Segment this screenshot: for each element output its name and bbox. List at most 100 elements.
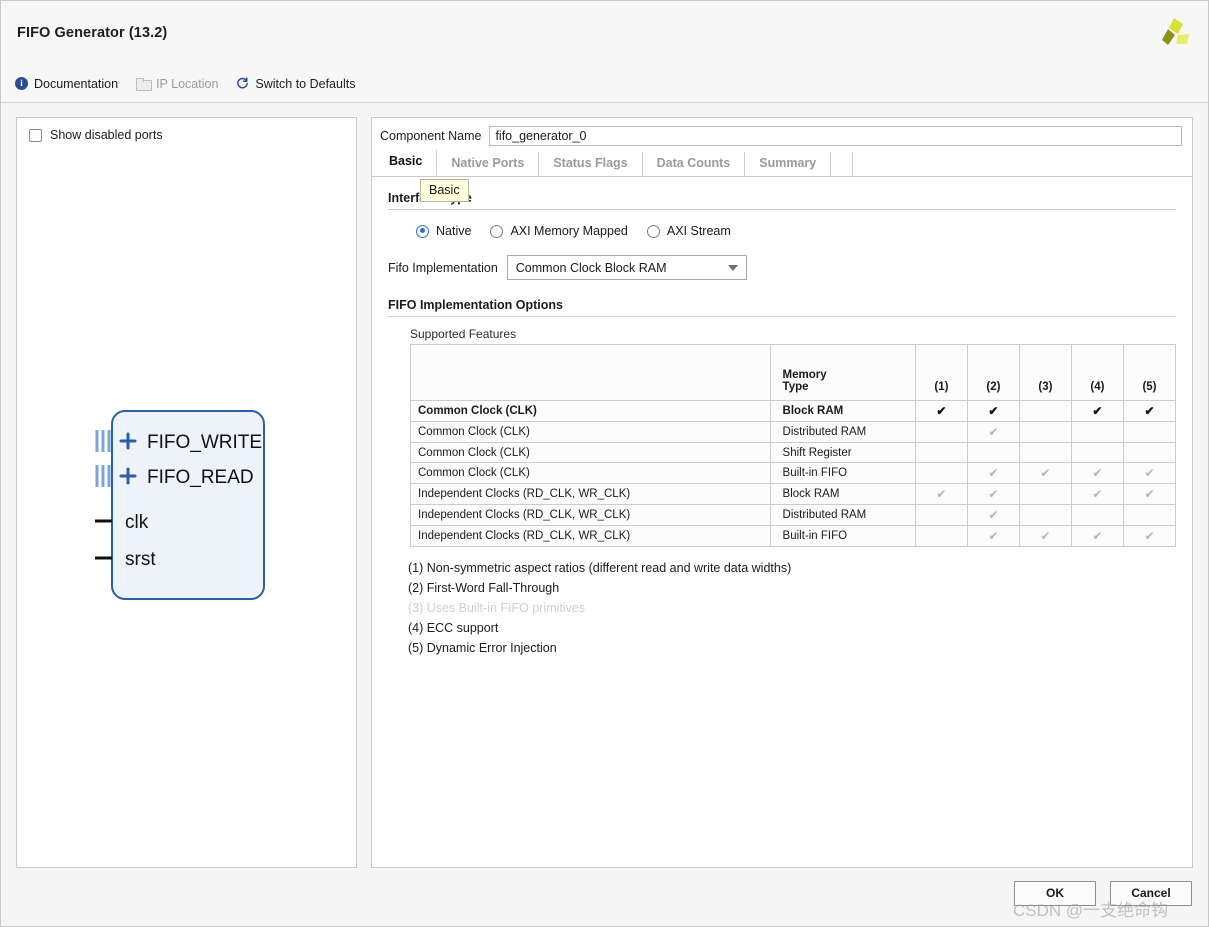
cell-feature-1	[914, 421, 968, 443]
ip-block-diagram: FIFO_WRITE FIFO_READ clk srst	[77, 403, 317, 603]
documentation-link[interactable]: i Documentation	[15, 77, 118, 91]
cell-feature-5	[1122, 442, 1177, 463]
col-header-5: (5)	[1122, 344, 1177, 401]
toolbar: i Documentation IP Location Switch to De…	[1, 65, 1208, 103]
cell-feature-5	[1122, 421, 1177, 443]
ip-location-label: IP Location	[156, 76, 219, 91]
title-bar: FIFO Generator (13.2)	[1, 1, 1208, 65]
ok-button[interactable]: OK	[1014, 880, 1096, 906]
fifo-implementation-select[interactable]: Common Clock Block RAM	[506, 255, 747, 280]
fifo-generator-dialog: FIFO Generator (13.2) i Documentation IP…	[0, 0, 1209, 927]
cell-memory-type: Block RAM	[769, 483, 916, 505]
check-icon: ✔	[1092, 529, 1103, 543]
fifo-implementation-row: Fifo Implementation Common Clock Block R…	[388, 255, 1176, 280]
cell-feature-4	[1070, 421, 1124, 443]
tab-basic[interactable]: Basic	[375, 150, 438, 176]
xilinx-logo-icon	[1154, 15, 1192, 53]
cell-feature-3	[1018, 421, 1072, 443]
check-icon: ✔	[988, 529, 999, 543]
config-panel: Component Name Basic Native Ports Status…	[371, 117, 1193, 868]
cell-clock-domain: Common Clock (CLK)	[410, 442, 771, 463]
svg-text:srst: srst	[125, 549, 156, 570]
check-icon: ✔	[1144, 529, 1155, 543]
cell-memory-type: Distributed RAM	[769, 421, 916, 443]
footnote-item: (4) ECC support	[408, 621, 499, 635]
memory-type-line2: Type	[782, 381, 809, 393]
fifo-implementation-options-heading: FIFO Implementation Options	[388, 298, 1176, 317]
cell-feature-1	[914, 525, 968, 547]
check-icon: ✔	[1144, 404, 1155, 418]
footnote-item: (1) Non-symmetric aspect ratios (differe…	[408, 561, 792, 575]
table-row: Independent Clocks (RD_CLK, WR_CLK) Built…	[410, 525, 1177, 547]
tab-bar: Basic Native Ports Status Flags Data Cou…	[372, 150, 1192, 177]
cell-memory-type: Block RAM	[769, 400, 916, 422]
svg-text:FIFO_WRITE: FIFO_WRITE	[147, 432, 262, 453]
show-disabled-ports-label: Show disabled ports	[50, 128, 163, 142]
check-icon: ✔	[1144, 487, 1155, 501]
radio-axi-stream-label: AXI Stream	[666, 224, 731, 238]
table-row: Common Clock (CLK) Shift Register	[410, 442, 1177, 463]
ip-location-link[interactable]: IP Location	[136, 77, 218, 91]
switch-to-defaults-link[interactable]: Switch to Defaults	[236, 77, 355, 91]
cell-feature-4: ✔	[1070, 483, 1124, 505]
col-header-2: (2)	[966, 344, 1020, 401]
radio-axi-stream[interactable]	[646, 224, 660, 238]
tab-summary[interactable]: Summary	[745, 152, 832, 176]
check-icon: ✔	[936, 404, 947, 418]
check-icon: ✔	[1092, 466, 1103, 480]
tab-status-flags[interactable]: Status Flags	[539, 152, 643, 176]
radio-native[interactable]	[416, 224, 429, 238]
cell-feature-2: ✔	[966, 462, 1020, 484]
check-icon: ✔	[988, 487, 999, 501]
table-row: Common Clock (CLK) Distributed RAM ✔	[410, 421, 1177, 443]
col-header-1: (1)	[914, 344, 968, 401]
col-header-memory-type: Memory Type	[769, 344, 916, 401]
cell-clock-domain: Common Clock (CLK)	[410, 462, 771, 484]
refresh-icon	[236, 77, 249, 90]
svg-text:clk: clk	[125, 512, 149, 533]
cell-memory-type: Built-in FIFO	[769, 462, 916, 484]
cell-clock-domain: Independent Clocks (RD_CLK, WR_CLK)	[410, 504, 771, 526]
cell-clock-domain: Independent Clocks (RD_CLK, WR_CLK)	[410, 525, 771, 547]
cell-feature-1: ✔	[914, 400, 968, 422]
tab-data-counts[interactable]: Data Counts	[642, 152, 746, 176]
tab-native-ports[interactable]: Native Ports	[437, 152, 540, 176]
supported-features-table: Memory Type (1) (2) (3) (4) (5) Common C…	[410, 344, 1177, 547]
cell-feature-4	[1070, 442, 1124, 463]
cell-feature-2: ✔	[966, 483, 1020, 505]
cell-feature-2: ✔	[966, 400, 1020, 422]
cell-feature-1	[914, 504, 968, 526]
cell-clock-domain: Common Clock (CLK)	[410, 400, 771, 422]
radio-axi-memory-mapped[interactable]	[490, 224, 504, 238]
cell-feature-5: ✔	[1122, 483, 1177, 505]
cancel-button[interactable]: Cancel	[1110, 880, 1192, 906]
basic-tab-tooltip: Basic	[420, 179, 469, 202]
check-icon: ✔	[988, 404, 999, 418]
show-disabled-ports-row[interactable]: Show disabled ports	[17, 118, 356, 142]
check-icon: ✔	[988, 466, 999, 480]
cell-feature-2: ✔	[966, 421, 1020, 443]
cell-feature-2: ✔	[966, 525, 1020, 547]
footnote-list: (1) Non-symmetric aspect ratios (differe…	[408, 558, 1176, 658]
footnote-item: (5) Dynamic Error Injection	[408, 641, 557, 655]
cell-feature-5: ✔	[1122, 400, 1177, 422]
cell-feature-2	[966, 442, 1020, 463]
cell-memory-type: Shift Register	[769, 442, 916, 463]
table-row: Independent Clocks (RD_CLK, WR_CLK) Block…	[410, 483, 1177, 505]
col-header-4: (4)	[1070, 344, 1124, 401]
check-icon: ✔	[1144, 466, 1155, 480]
cell-memory-type: Distributed RAM	[769, 504, 916, 526]
switch-to-defaults-label: Switch to Defaults	[255, 76, 356, 91]
cell-feature-5: ✔	[1122, 462, 1177, 484]
supported-features-label: Supported Features	[410, 327, 517, 341]
table-row: Independent Clocks (RD_CLK, WR_CLK) Distr…	[410, 504, 1177, 526]
cell-feature-4: ✔	[1070, 525, 1124, 547]
cell-feature-5: ✔	[1122, 525, 1177, 547]
cell-feature-4	[1070, 504, 1124, 526]
cell-feature-1: ✔	[914, 483, 968, 505]
cell-feature-3	[1018, 483, 1072, 505]
radio-axi-memory-mapped-label: AXI Memory Mapped	[510, 224, 628, 238]
component-name-input[interactable]	[489, 126, 1182, 146]
component-name-row: Component Name	[372, 118, 1192, 152]
show-disabled-ports-checkbox[interactable]	[29, 128, 42, 142]
